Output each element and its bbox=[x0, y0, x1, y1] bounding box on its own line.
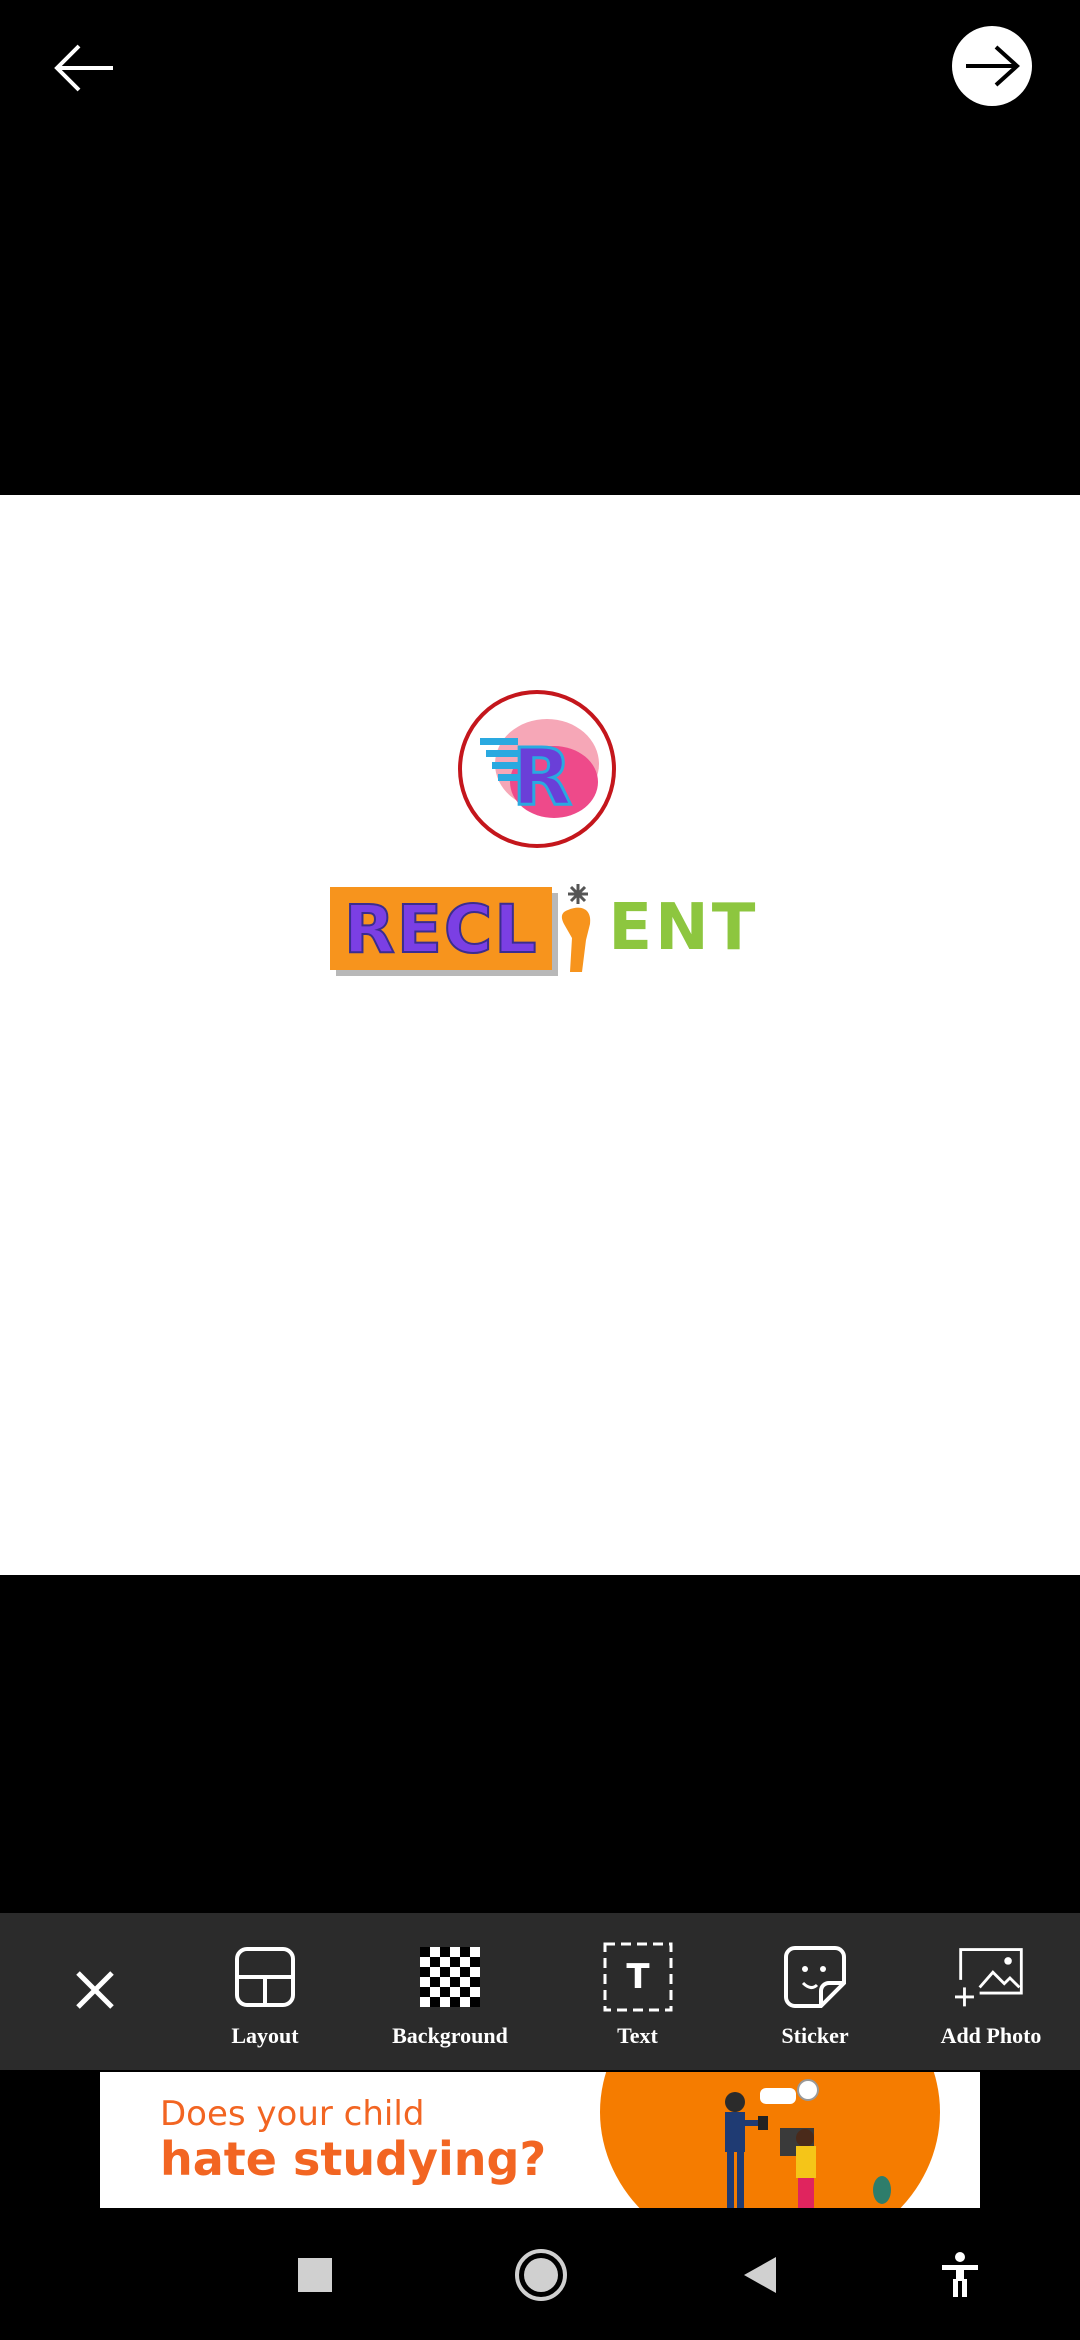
accessibility-icon bbox=[942, 2252, 978, 2297]
text-icon: T bbox=[602, 1941, 674, 2013]
back-nav-button[interactable] bbox=[725, 2240, 795, 2310]
back-button[interactable] bbox=[40, 28, 130, 108]
logo-wordmark-box: RECL bbox=[330, 886, 553, 970]
editing-canvas[interactable]: R RECL ENT bbox=[0, 495, 1080, 1575]
accessibility-button[interactable] bbox=[925, 2240, 995, 2310]
layout-label: Layout bbox=[231, 2023, 299, 2048]
checkerboard-icon bbox=[414, 1941, 486, 2013]
next-button[interactable] bbox=[952, 26, 1032, 106]
text-tool[interactable]: T Text bbox=[580, 1913, 695, 2070]
text-label: Text bbox=[617, 2023, 658, 2048]
top-bar bbox=[0, 0, 1080, 140]
logo-emblem: R bbox=[458, 690, 616, 848]
home-circle-icon bbox=[515, 2249, 567, 2301]
layout-icon bbox=[229, 1941, 301, 2013]
background-tool[interactable]: Background bbox=[370, 1913, 530, 2070]
brand-logo[interactable]: R RECL ENT bbox=[320, 690, 755, 990]
arrow-left-icon bbox=[54, 44, 113, 92]
editor-toolbar: Layout Background T Text Sticker Add Pho… bbox=[0, 1913, 1080, 2070]
sticker-label: Sticker bbox=[781, 2023, 849, 2048]
svg-text:R: R bbox=[512, 733, 572, 823]
square-icon bbox=[298, 2258, 332, 2292]
add-photo-label: Add Photo bbox=[940, 2023, 1042, 2048]
hand-icon bbox=[562, 884, 591, 972]
logo-text-left: RECL bbox=[343, 890, 539, 969]
add-photo-icon bbox=[955, 1941, 1027, 2013]
system-nav-bar bbox=[0, 2208, 1080, 2340]
svg-text:T: T bbox=[626, 1957, 650, 1997]
ad-headline-2: hate studying? bbox=[160, 2132, 547, 2186]
sticker-icon bbox=[779, 1941, 851, 2013]
triangle-back-icon bbox=[744, 2257, 776, 2293]
home-button[interactable] bbox=[506, 2240, 576, 2310]
logo-text-right: ENT bbox=[608, 891, 759, 965]
ad-illustration bbox=[600, 2072, 940, 2208]
close-icon bbox=[76, 1971, 114, 2009]
add-photo-tool[interactable]: Add Photo bbox=[922, 1913, 1060, 2070]
logo-wordmark: RECL ENT bbox=[330, 880, 758, 976]
sticker-tool[interactable]: Sticker bbox=[755, 1913, 875, 2070]
ad-headline-1: Does your child bbox=[160, 2094, 425, 2134]
ad-banner[interactable]: Does your child hate studying? bbox=[100, 2072, 980, 2208]
layout-tool[interactable]: Layout bbox=[205, 1913, 325, 2070]
close-button[interactable] bbox=[60, 1955, 130, 2025]
recents-button[interactable] bbox=[280, 2240, 350, 2310]
arrow-right-icon bbox=[966, 45, 1020, 87]
background-label: Background bbox=[392, 2023, 508, 2048]
